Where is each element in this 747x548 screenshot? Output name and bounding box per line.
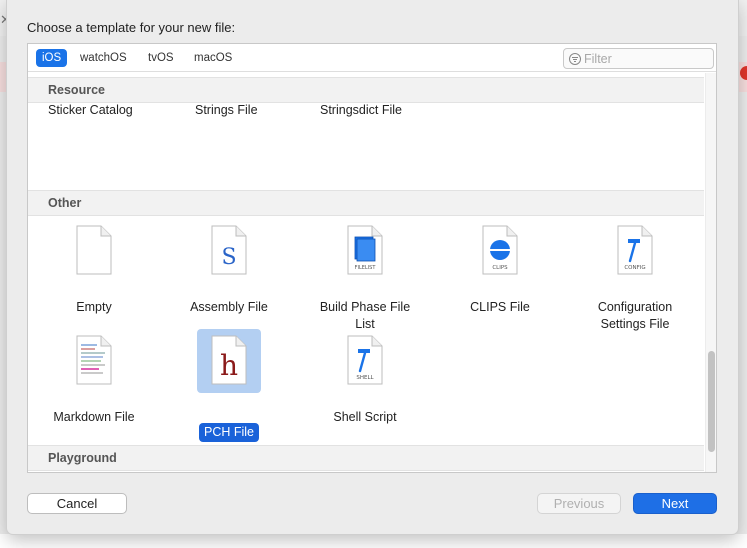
selected-template-label: PCH File bbox=[198, 423, 259, 442]
template-assembly-file[interactable]: S Assembly File bbox=[169, 225, 289, 325]
tab-ios[interactable]: iOS bbox=[36, 49, 68, 67]
template-empty[interactable]: Empty bbox=[34, 225, 154, 325]
config-hammer-icon: CONFIG bbox=[617, 225, 653, 275]
template-label: Empty bbox=[76, 300, 112, 314]
section-header-resource: Resource bbox=[28, 77, 704, 103]
pch-h-icon: h bbox=[211, 335, 247, 385]
template-configuration-settings-file[interactable]: CONFIG Configuration Settings File bbox=[575, 225, 695, 331]
sheet-title: Choose a template for your new file: bbox=[27, 20, 236, 35]
filter-field[interactable] bbox=[563, 48, 714, 69]
tab-tvos[interactable]: tvOS bbox=[142, 49, 180, 67]
platform-tab-bar: iOS watchOS tvOS macOS bbox=[28, 44, 716, 72]
blank-document-icon bbox=[76, 225, 112, 275]
template-clips-file[interactable]: CLIPS CLIPS File bbox=[440, 225, 560, 325]
next-button[interactable]: Next bbox=[633, 493, 717, 514]
template-label: Assembly File bbox=[190, 300, 268, 314]
svg-text:CLIPS: CLIPS bbox=[492, 265, 508, 271]
template-markdown-file[interactable]: Markdown File bbox=[34, 335, 154, 425]
assembly-s-icon: S bbox=[211, 225, 247, 275]
template-label: Configuration Settings File bbox=[597, 300, 673, 331]
template-label: Markdown File bbox=[53, 410, 135, 424]
section-header-other: Other bbox=[28, 190, 704, 216]
template-pch-file[interactable]: h PCH File bbox=[169, 329, 289, 442]
template-label: Build Phase File List bbox=[319, 300, 411, 331]
filelist-icon: FILELIST bbox=[347, 225, 383, 275]
filter-input[interactable] bbox=[584, 50, 709, 67]
template-build-phase-file-list[interactable]: FILELIST Build Phase File List bbox=[305, 225, 425, 331]
svg-text:CONFIG: CONFIG bbox=[624, 265, 645, 271]
svg-text:FILELIST: FILELIST bbox=[355, 265, 377, 271]
template-browser: iOS watchOS tvOS macOS Resource Sticker … bbox=[27, 43, 717, 473]
clips-icon: CLIPS bbox=[482, 225, 518, 275]
section-header-playground: Playground bbox=[28, 445, 704, 471]
new-file-sheet: Choose a template for your new file: iOS… bbox=[7, 0, 738, 534]
previous-button[interactable]: Previous bbox=[537, 493, 621, 514]
svg-text:SHELL: SHELL bbox=[356, 375, 374, 381]
filter-icon bbox=[569, 53, 581, 65]
tab-macos[interactable]: macOS bbox=[188, 49, 238, 67]
template-strings-file[interactable]: Strings File bbox=[195, 103, 258, 117]
scrollbar-thumb[interactable] bbox=[708, 351, 715, 452]
background-code-line bbox=[0, 534, 747, 548]
template-grid: Resource Sticker Catalog Strings File St… bbox=[28, 73, 704, 472]
cancel-button[interactable]: Cancel bbox=[27, 493, 127, 514]
svg-text:S: S bbox=[221, 245, 236, 270]
vertical-scrollbar[interactable] bbox=[705, 73, 716, 472]
template-sticker-catalog[interactable]: Sticker Catalog bbox=[48, 103, 133, 117]
error-badge-icon bbox=[740, 66, 747, 80]
template-label: PCH File bbox=[169, 406, 289, 442]
template-label: Shell Script bbox=[333, 410, 397, 424]
template-stringsdict-file[interactable]: Stringsdict File bbox=[320, 103, 402, 117]
shell-hammer-icon: SHELL bbox=[347, 335, 383, 385]
tab-watchos[interactable]: watchOS bbox=[74, 49, 133, 67]
svg-text:h: h bbox=[220, 349, 238, 382]
template-shell-script[interactable]: SHELL Shell Script bbox=[305, 335, 425, 425]
markdown-document-icon bbox=[76, 335, 112, 385]
template-label: CLIPS File bbox=[470, 300, 530, 314]
